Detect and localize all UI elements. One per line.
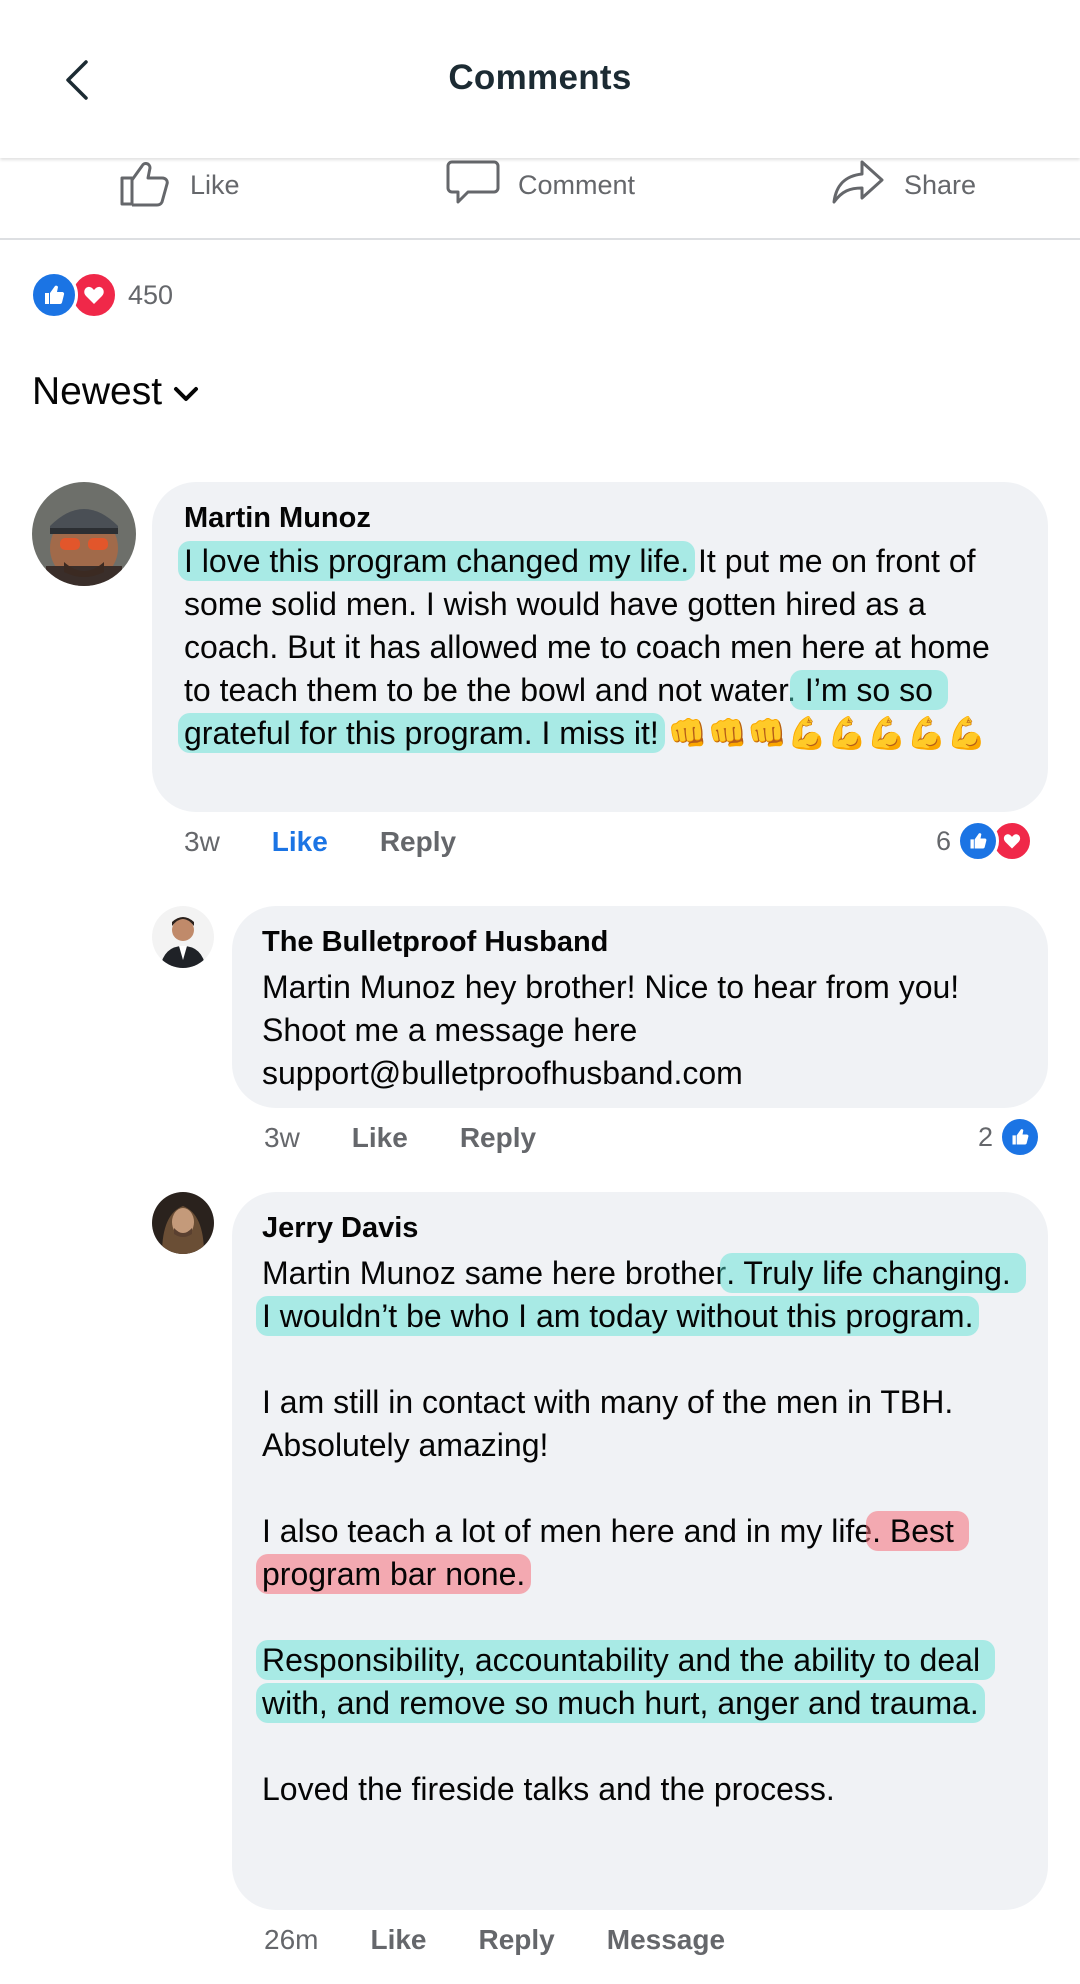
like-link[interactable]: Like: [272, 826, 328, 858]
like-action-label: Like: [190, 169, 240, 200]
comment-author[interactable]: Jerry Davis: [262, 1212, 418, 1245]
share-action-label: Share: [904, 169, 977, 200]
like-reaction-icon: [30, 271, 78, 319]
comment-reaction-count: 6: [936, 825, 952, 856]
top-app-bar: Comments: [0, 0, 1080, 158]
reactions-summary[interactable]: 450: [30, 271, 174, 319]
comment-bubble: Jerry Davis Martin Munoz same here broth…: [232, 1192, 1048, 1910]
comment-time: 3w: [264, 1122, 300, 1153]
comment-text: Martin Munoz hey brother! Nice to hear f…: [262, 969, 969, 1091]
comment-time: 3w: [184, 826, 220, 857]
divider: [0, 238, 1080, 240]
comment-author[interactable]: The Bulletproof Husband: [262, 926, 608, 959]
message-link[interactable]: Message: [607, 1924, 725, 1956]
chevron-down-icon: [172, 370, 200, 414]
comment-reactions[interactable]: 6: [936, 820, 1034, 862]
highlighted-text: Responsibility, accountability and the a…: [256, 1640, 995, 1723]
like-link[interactable]: Like: [370, 1924, 426, 1956]
comment-author[interactable]: Martin Munoz: [184, 502, 371, 535]
avatar[interactable]: [152, 906, 214, 968]
comment-text-segment: Martin Munoz same here brother: [262, 1255, 727, 1291]
sort-label: Newest: [32, 370, 163, 413]
emoji-text: 👊👊👊💪💪💪💪💪: [658, 715, 987, 751]
comment-text-segment: I also teach a lot of men here and in my…: [262, 1513, 873, 1549]
comment-reactions[interactable]: 2: [978, 1116, 1042, 1158]
comment-bubble: The Bulletproof Husband Martin Munoz hey…: [232, 906, 1048, 1108]
reply-link[interactable]: Reply: [460, 1122, 536, 1154]
reaction-count: 450: [128, 279, 174, 310]
like-reaction-icon: [957, 820, 1000, 862]
thumbs-up-icon: [118, 156, 172, 215]
like-link[interactable]: Like: [352, 1122, 408, 1154]
share-icon: [830, 156, 886, 215]
comment-text: I love this program changed my life. It …: [178, 540, 1024, 755]
comment-text: Martin Munoz same here brother. Truly li…: [256, 1252, 1026, 1811]
comment-action-button[interactable]: Comment: [446, 150, 635, 220]
page-title: Comments: [448, 58, 632, 97]
like-action-button[interactable]: Like: [118, 150, 240, 220]
comment-text-segment: Loved the fireside talks and the process…: [262, 1771, 835, 1807]
like-reaction-icon: [999, 1116, 1042, 1158]
comment-icon: [446, 156, 500, 215]
share-action-button[interactable]: Share: [830, 150, 976, 220]
reply-link[interactable]: Reply: [380, 826, 456, 858]
comment-action-label: Comment: [518, 169, 636, 200]
comment-text-segment: I am still in contact with many of the m…: [262, 1384, 961, 1463]
reply-link[interactable]: Reply: [479, 1924, 555, 1956]
comment-time: 26m: [264, 1924, 319, 1955]
avatar[interactable]: [32, 482, 136, 586]
comment-bubble: Martin Munoz I love this program changed…: [152, 482, 1048, 812]
comment-meta: 3w Like Reply: [184, 826, 508, 858]
comment-reaction-count: 2: [978, 1121, 994, 1152]
comment-meta: 26m Like Reply Message: [264, 1924, 777, 1956]
avatar[interactable]: [152, 1192, 214, 1254]
sort-dropdown[interactable]: Newest: [32, 370, 200, 414]
comment-meta: 3w Like Reply: [264, 1122, 588, 1154]
highlighted-text: I love this program changed my life.: [178, 541, 696, 581]
